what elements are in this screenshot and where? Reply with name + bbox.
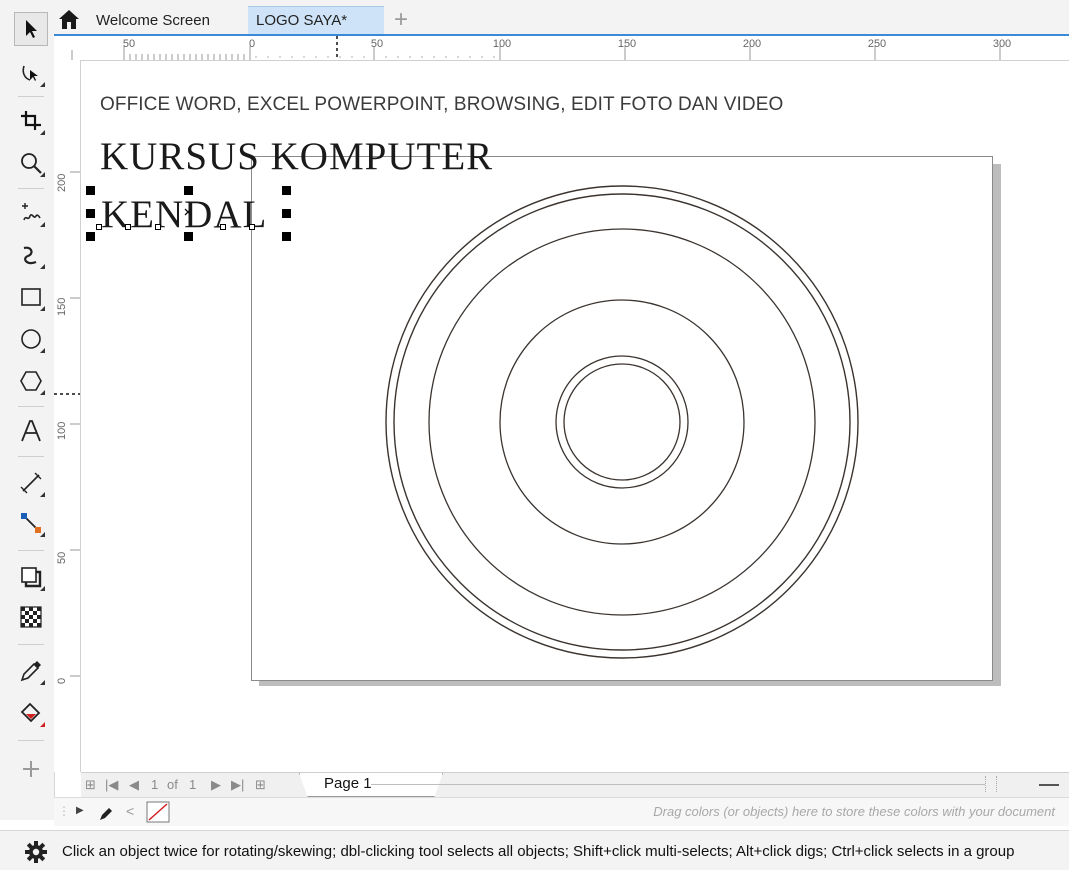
first-page-icon[interactable]: |◀ bbox=[105, 777, 118, 793]
ruler-label: 300 bbox=[992, 38, 1012, 50]
home-icon[interactable] bbox=[56, 8, 82, 30]
text-node[interactable] bbox=[220, 224, 226, 230]
rectangle-tool-icon[interactable] bbox=[14, 280, 48, 314]
artistic-media-tool-icon[interactable] bbox=[14, 238, 48, 272]
add-page-before-icon[interactable]: ⊞ bbox=[85, 777, 96, 793]
palette-scroll-left-icon[interactable]: < bbox=[126, 803, 134, 819]
selection-handle[interactable] bbox=[184, 232, 193, 241]
add-tool-icon[interactable] bbox=[14, 752, 48, 786]
concentric-circles-logo[interactable] bbox=[380, 180, 864, 664]
transparency-tool-icon[interactable] bbox=[14, 600, 48, 634]
status-bar: Click an object twice for rotating/skewi… bbox=[0, 830, 1069, 870]
tab-logo-label: LOGO SAYA* bbox=[256, 12, 348, 29]
page-navigator: ⊞ |◀ ◀ 1 of 1 ▶ ▶| ⊞ Page 1 bbox=[81, 772, 1069, 797]
status-hint-text: Click an object twice for rotating/skewi… bbox=[62, 843, 1015, 860]
prev-page-icon[interactable]: ◀ bbox=[129, 777, 139, 793]
zoom-tool-icon[interactable] bbox=[14, 146, 48, 180]
drop-shadow-tool-icon[interactable] bbox=[14, 560, 48, 594]
ruler-label: 200 bbox=[56, 173, 68, 192]
ruler-label: 100 bbox=[56, 421, 68, 440]
dimension-tool-icon[interactable] bbox=[14, 466, 48, 500]
text-node[interactable] bbox=[96, 224, 102, 230]
selection-handle[interactable] bbox=[184, 186, 193, 195]
ruler-label: 150 bbox=[56, 297, 68, 316]
selection-handle[interactable] bbox=[86, 186, 95, 195]
ruler-label: 150 bbox=[617, 38, 637, 50]
text-kursus-komputer[interactable]: KURSUS KOMPUTER bbox=[100, 134, 493, 179]
ruler-label: 50 bbox=[370, 38, 384, 50]
polygon-tool-icon[interactable] bbox=[14, 364, 48, 398]
connector-tool-icon[interactable] bbox=[14, 506, 48, 540]
add-tab-button[interactable]: + bbox=[388, 6, 414, 34]
toolbox bbox=[0, 0, 55, 820]
crop-tool-icon[interactable] bbox=[14, 104, 48, 138]
selection-handle[interactable] bbox=[282, 186, 291, 195]
gear-icon[interactable] bbox=[24, 840, 48, 864]
ellipse-tool-icon[interactable] bbox=[14, 322, 48, 356]
freehand-tool-icon[interactable] bbox=[14, 196, 48, 230]
next-page-icon[interactable]: ▶ bbox=[211, 777, 221, 793]
ruler-label: 50 bbox=[122, 38, 136, 50]
page-1-tab[interactable]: Page 1 bbox=[299, 773, 443, 797]
selection-handle[interactable] bbox=[86, 209, 95, 218]
eyedropper-tool-icon[interactable] bbox=[14, 654, 48, 688]
palette-expand-icon[interactable]: ▶ bbox=[76, 805, 84, 816]
selection-handle[interactable] bbox=[86, 232, 95, 241]
tab-logo-saya[interactable]: LOGO SAYA* bbox=[248, 6, 384, 34]
palette-hint-text: Drag colors (or objects) here to store t… bbox=[653, 804, 1055, 819]
palette-eyedropper-icon[interactable] bbox=[98, 804, 116, 822]
selection-handle[interactable] bbox=[282, 209, 291, 218]
ruler-label: 0 bbox=[56, 677, 68, 684]
page-of-label: of bbox=[167, 777, 178, 792]
ruler-label: 0 bbox=[248, 38, 256, 50]
text-node[interactable] bbox=[125, 224, 131, 230]
add-page-after-icon[interactable]: ⊞ bbox=[255, 777, 266, 793]
total-pages: 1 bbox=[189, 777, 197, 792]
current-page-number: 1 bbox=[151, 777, 159, 792]
page-tab-label: Page 1 bbox=[324, 775, 372, 792]
document-tab-bar: Welcome Screen LOGO SAYA* + bbox=[54, 0, 1069, 34]
palette-grip-icon[interactable]: ⋮ bbox=[58, 804, 70, 818]
scroll-minimize-icon[interactable] bbox=[1039, 784, 1059, 786]
vertical-ruler[interactable]: 200 150 100 50 0 bbox=[54, 60, 81, 772]
shape-tool-icon[interactable] bbox=[14, 56, 48, 90]
ruler-label: 250 bbox=[867, 38, 887, 50]
text-tool-icon[interactable] bbox=[14, 414, 48, 448]
selection-handle[interactable] bbox=[282, 232, 291, 241]
text-office-line[interactable]: OFFICE WORD, EXCEL POWERPOINT, BROWSING,… bbox=[100, 94, 783, 116]
ruler-label: 50 bbox=[56, 551, 68, 564]
ruler-ticks bbox=[54, 171, 80, 677]
plus-icon: + bbox=[393, 6, 408, 33]
ruler-ticks bbox=[71, 36, 1001, 60]
pick-tool-icon[interactable] bbox=[14, 12, 48, 46]
interactive-fill-tool-icon[interactable] bbox=[14, 696, 48, 730]
page-tab-divider bbox=[371, 784, 985, 785]
ruler-label: 200 bbox=[742, 38, 762, 50]
tab-welcome-label: Welcome Screen bbox=[96, 11, 210, 29]
horizontal-ruler[interactable]: 50 0 50 100 150 200 250 300 bbox=[54, 36, 1069, 61]
tab-welcome-screen[interactable]: Welcome Screen bbox=[88, 6, 248, 34]
text-node[interactable] bbox=[249, 224, 255, 230]
text-node[interactable] bbox=[155, 224, 161, 230]
ruler-label: 100 bbox=[492, 38, 512, 50]
center-marker-icon bbox=[184, 208, 192, 216]
document-palette: ⋮ ▶ < Drag colors (or objects) here to s… bbox=[54, 797, 1069, 826]
scroll-grip-icon[interactable] bbox=[985, 776, 997, 792]
no-color-swatch-icon[interactable] bbox=[146, 801, 170, 823]
last-page-icon[interactable]: ▶| bbox=[231, 777, 244, 793]
